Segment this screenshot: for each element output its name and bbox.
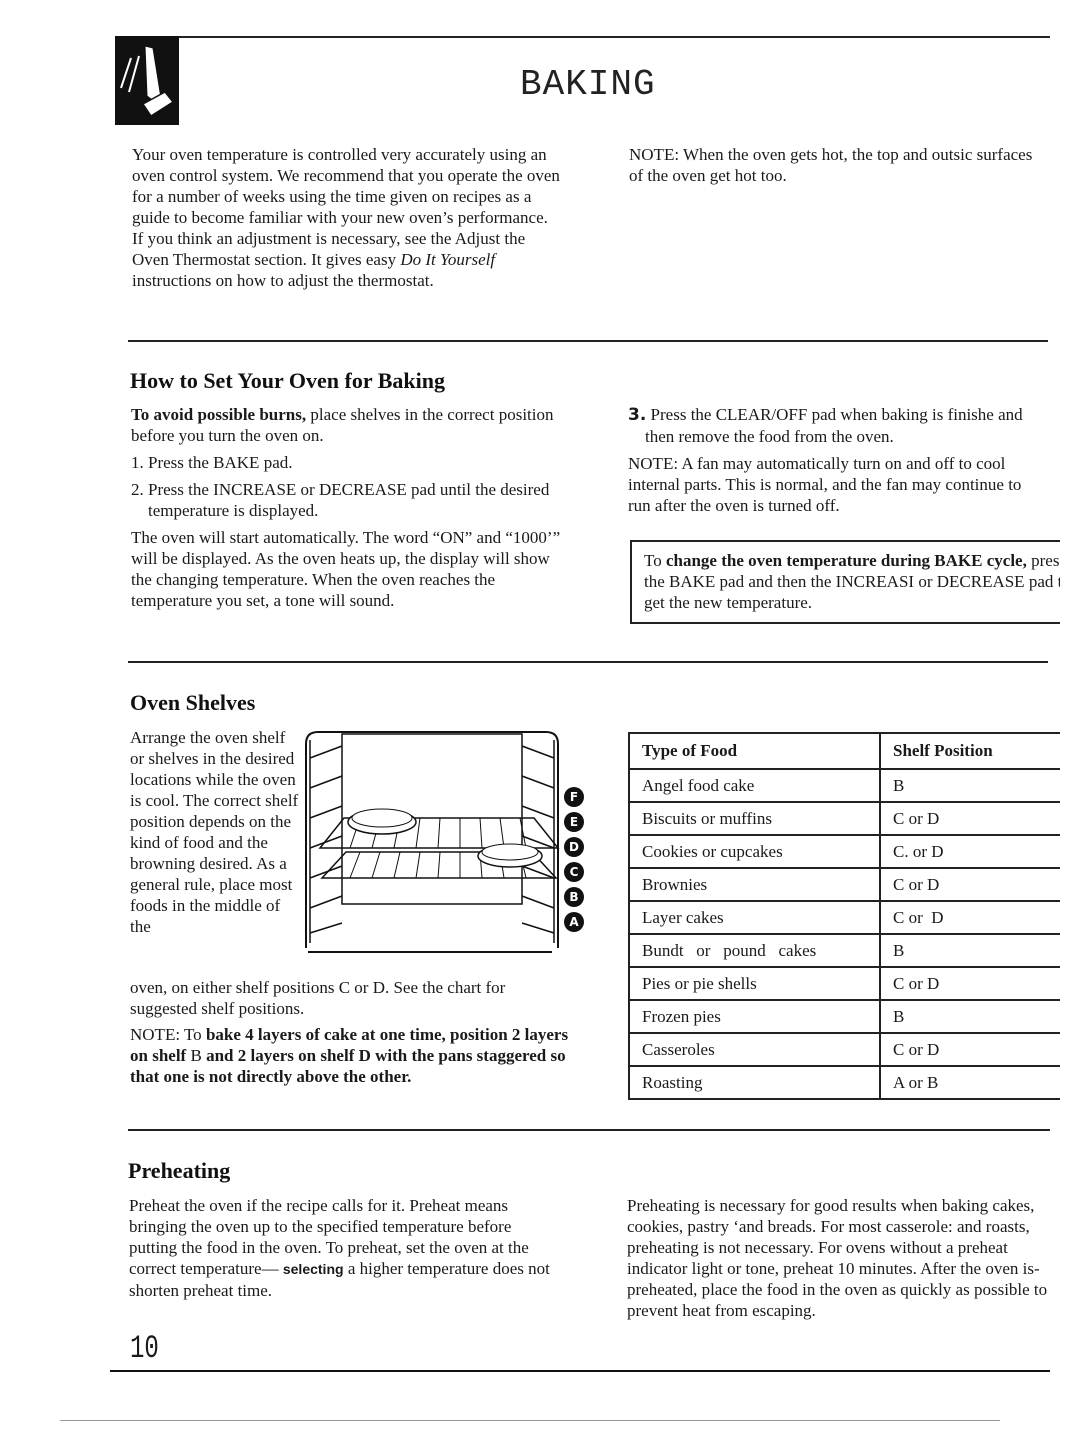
column-header-food: Type of Food <box>628 732 881 770</box>
hand-pressing-pad-icon <box>115 36 179 125</box>
shelf-position-cell: B <box>880 933 1060 968</box>
shelf-d-badge: D <box>564 837 584 857</box>
preheating-heading: Preheating <box>128 1158 231 1183</box>
footer-rule <box>60 1420 1000 1421</box>
shelf-position-cell: C or D <box>880 1032 1060 1067</box>
oven-shelves-paragraph-cont: oven, on either shelf positions C or D. … <box>130 978 506 1018</box>
callout-prefix: To <box>644 551 666 570</box>
preheat-selecting-word: selecting <box>282 1261 344 1277</box>
section-divider <box>128 1129 1050 1131</box>
callout-text: To change the oven temperature during BA… <box>644 550 1060 613</box>
food-type-cell: Frozen pies <box>628 999 881 1034</box>
shelf-position-cell: A or B <box>880 1065 1060 1100</box>
column-header-shelf: Shelf Position <box>880 732 1060 770</box>
shelf-position-cell: C or D <box>880 966 1060 1001</box>
section-divider <box>128 661 1048 663</box>
food-type-cell: Pies or pie shells <box>628 966 881 1001</box>
table-row: Roasting A or B <box>628 1065 1060 1100</box>
shelf-position-cell: B <box>880 999 1060 1034</box>
section-divider <box>128 340 1048 342</box>
burn-warning-bold: To avoid possible burns, <box>131 405 307 424</box>
step-2: 2. Press the INCREASE or DECREASE pad un… <box>131 480 550 520</box>
table-row: Frozen pies B <box>628 999 1060 1034</box>
food-type-cell: Bundt or pound cakes <box>628 933 881 968</box>
header-rule <box>115 36 1050 38</box>
oven-shelves-heading: Oven Shelves <box>130 690 256 715</box>
intro-italic-text: Do It Yourself <box>400 250 496 269</box>
table-row: Bundt or pound cakes B <box>628 933 1060 968</box>
step-3: 3. Press the CLEAR/OFF pad when baking i… <box>628 404 1048 447</box>
intro-text: Your oven temperature is controlled very… <box>132 145 560 269</box>
bottom-rule <box>110 1370 1050 1372</box>
how-to-set-left-column: To avoid possible burns, place shelves i… <box>131 404 563 611</box>
intro-paragraph: Your oven temperature is controlled very… <box>132 144 562 291</box>
page-title: BAKING <box>520 64 656 105</box>
step-1: 1. Press the BAKE pad. <box>131 453 293 472</box>
shelf-position-cell: C or D <box>880 867 1060 902</box>
food-type-cell: Roasting <box>628 1065 881 1100</box>
change-temperature-callout: To change the oven temperature during BA… <box>630 540 1060 624</box>
note-shelf-b: B <box>190 1046 202 1065</box>
how-to-set-heading: How to Set Your Oven for Baking <box>130 368 445 393</box>
shelf-position-cell: C or D <box>880 801 1060 836</box>
table-row: Angel food cake B <box>628 768 1060 803</box>
table-row: Biscuits or muffins C or D <box>628 801 1060 836</box>
food-type-cell: Brownies <box>628 867 881 902</box>
burn-warning: To avoid possible burns, place shelves i… <box>131 404 563 446</box>
callout-bold: change the oven temperature during BAKE … <box>665 551 1027 570</box>
food-type-cell: Biscuits or muffins <box>628 801 881 836</box>
shelf-position-cell: C. or D <box>880 834 1060 869</box>
shelf-c-badge: C <box>564 862 584 882</box>
how-to-set-right-column: 3. Press the CLEAR/OFF pad when baking i… <box>628 404 1048 516</box>
preheating-left-paragraph: Preheat the oven if the recipe calls for… <box>129 1195 559 1301</box>
hot-surface-note: NOTE: When the oven gets hot, the top an… <box>629 145 1033 185</box>
shelf-position-cell: C or D <box>880 900 1060 935</box>
four-layers-note: NOTE: To bake 4 layers of cake at one ti… <box>130 1024 570 1087</box>
table-header-row: Type of Food Shelf Position <box>628 732 1060 770</box>
food-type-cell: Angel food cake <box>628 768 881 803</box>
shelf-a-badge: A <box>564 912 584 932</box>
shelf-e-badge: E <box>564 812 584 832</box>
oven-shelves-illustration <box>300 728 562 956</box>
shelf-position-labels: F E D C B A <box>564 787 586 932</box>
table-row: Layer cakes C or D <box>628 900 1060 935</box>
food-type-cell: Casseroles <box>628 1032 881 1067</box>
food-type-cell: Cookies or cupcakes <box>628 834 881 869</box>
shelf-b-badge: B <box>564 887 584 907</box>
shelf-position-cell: B <box>880 768 1060 803</box>
table-row: Brownies C or D <box>628 867 1060 902</box>
shelf-f-badge: F <box>564 787 584 807</box>
step-3-number: 3. <box>628 405 647 425</box>
step-3-text: Press the CLEAR/OFF pad when baking is f… <box>645 405 1023 446</box>
auto-start-paragraph: The oven will start automatically. The w… <box>131 528 561 610</box>
table-row: Pies or pie shells C or D <box>628 966 1060 1001</box>
table-row: Cookies or cupcakes C. or D <box>628 834 1060 869</box>
oven-shelves-paragraph: Arrange the oven shelf or shelves in the… <box>130 728 299 936</box>
preheating-right-paragraph: Preheating is necessary for good results… <box>627 1196 1048 1320</box>
fan-note: NOTE: A fan may automatically turn on an… <box>628 454 1022 515</box>
food-type-cell: Layer cakes <box>628 900 881 935</box>
table-row: Casseroles C or D <box>628 1032 1060 1067</box>
shelf-position-table: Type of Food Shelf Position Angel food c… <box>628 732 1060 1100</box>
note-prefix: NOTE: To <box>130 1025 206 1044</box>
intro-text-end: instructions on how to adjust the thermo… <box>132 271 434 290</box>
page-number: 10 <box>130 1330 159 1367</box>
